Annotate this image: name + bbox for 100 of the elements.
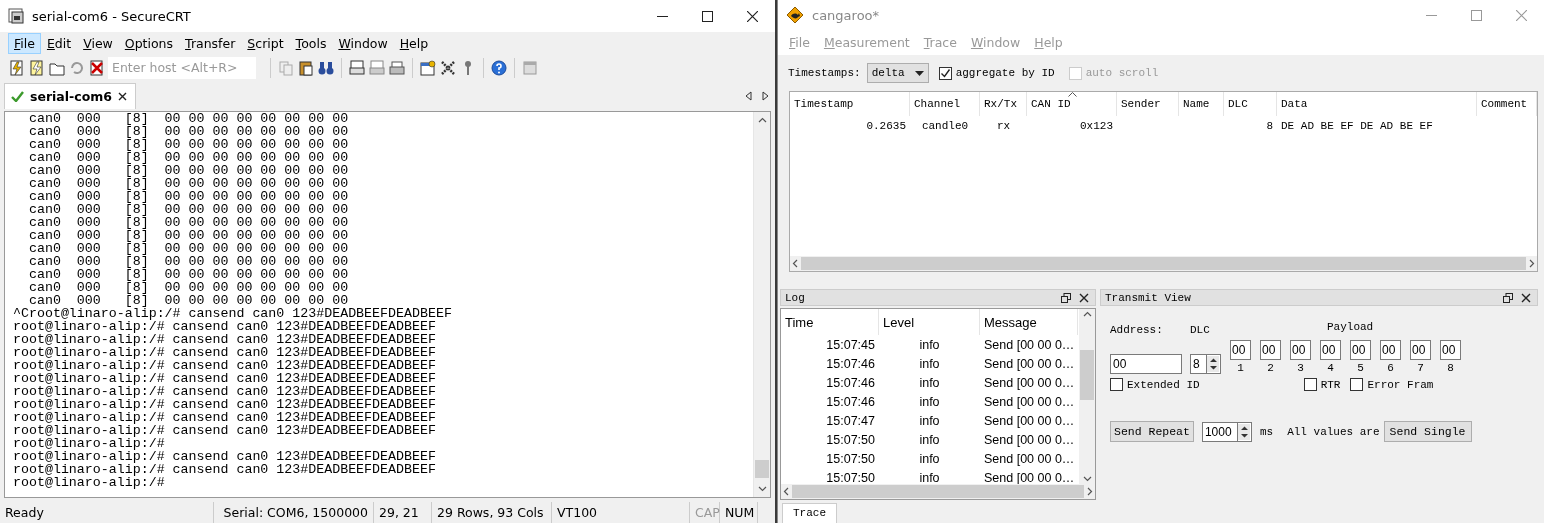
table-cell: 15:07:46 [826, 375, 875, 390]
terminal-line: can0 000 [8] 00 00 00 00 00 00 00 00 [27, 151, 350, 164]
status-text: Ready [0, 502, 214, 523]
menu-item[interactable]: Options [118, 32, 180, 54]
interval-spinbox[interactable]: 1000 [1201, 421, 1237, 442]
spin-arrows-icon[interactable] [1206, 354, 1221, 374]
payload-index: 8 [1447, 362, 1454, 374]
float-icon[interactable] [1503, 292, 1513, 303]
scrollbar-thumb[interactable] [755, 460, 769, 478]
status-text: 29 Rows, 93 Cols [432, 502, 552, 523]
close-icon[interactable] [747, 10, 758, 22]
payload-field[interactable]: 00 [1320, 340, 1341, 360]
maximize-icon[interactable] [702, 10, 713, 22]
lightning-document-icon[interactable] [28, 58, 46, 77]
terminal-line: can0 000 [8] 00 00 00 00 00 00 00 00 [27, 229, 350, 242]
column-header[interactable]: Sender [1117, 92, 1179, 116]
send-single-button[interactable]: Send Single [1383, 421, 1472, 442]
column-header[interactable]: Data [1277, 92, 1477, 116]
payload-index: 2 [1267, 362, 1274, 374]
menu-item[interactable]: View [77, 32, 119, 54]
printer-icon[interactable] [388, 58, 406, 77]
terminal-line: can0 000 [8] 00 00 00 00 00 00 00 00 [27, 216, 350, 229]
table-cell: info [919, 451, 940, 466]
terminal-line: root@linaro-alip:/# cansend can0 123#DEADBEEFDEADBEEF [13, 450, 437, 463]
float-icon[interactable] [1061, 292, 1071, 303]
terminal-line: can0 000 [8] 00 00 00 00 00 00 00 00 [27, 190, 350, 203]
column-header[interactable]: Rx/Tx [980, 92, 1027, 116]
checkbox[interactable]: Extended ID [1110, 378, 1200, 391]
terminal-line: root@linaro-alip:/# [13, 476, 166, 489]
payload-field[interactable]: 00 [1440, 340, 1461, 360]
spin-arrows-icon[interactable] [1236, 421, 1252, 442]
payload-index: 7 [1417, 362, 1424, 374]
payload-field[interactable]: 00 [1260, 340, 1281, 360]
menu-item[interactable]: Edit [40, 32, 78, 54]
scrollbar-thumb[interactable] [792, 485, 1084, 498]
printer-icon[interactable] [348, 58, 366, 77]
field-label: Address: [1110, 324, 1164, 338]
host-field[interactable]: Enter host <Alt+R> [108, 56, 256, 79]
terminal-line: root@linaro-alip:/# cansend can0 123#DEADBEEFDEADBEEF [13, 398, 437, 411]
menu-item[interactable]: Transfer [179, 32, 242, 54]
menu-item[interactable]: Help [393, 32, 435, 54]
column-header[interactable]: CAN ID [1027, 92, 1117, 116]
clipboard-icon[interactable] [297, 58, 315, 77]
close-icon[interactable] [1079, 292, 1089, 303]
payload-field[interactable]: 00 [1410, 340, 1431, 360]
tab[interactable]: Trace [782, 503, 837, 523]
column-header[interactable]: Comment [1477, 92, 1537, 116]
table-cell: info [919, 470, 940, 484]
table-cell: Send [00 00 0… [984, 470, 1075, 484]
payload-field[interactable]: 00 [1380, 340, 1401, 360]
column-header[interactable]: Time [781, 309, 879, 335]
column-header[interactable]: Message [980, 309, 1078, 335]
address-field[interactable]: 00 [1110, 354, 1182, 374]
table-cell: info [919, 337, 940, 352]
table-cell: Send [00 00 0… [984, 356, 1075, 371]
window-title: serial-com6 - SecureCRT [32, 8, 192, 24]
tools-icon[interactable] [439, 58, 457, 77]
terminal-line: root@linaro-alip:/# cansend can0 123#DEADBEEFDEADBEEF [13, 424, 437, 437]
road-sign-icon [786, 6, 804, 24]
menu-item[interactable]: Script [241, 32, 290, 54]
help-icon[interactable] [490, 58, 508, 77]
checkbox[interactable]: RTR [1303, 378, 1341, 391]
menu-item[interactable]: Tools [289, 32, 333, 54]
timestamps-label: Timestamps: [788, 67, 861, 79]
session-tab[interactable]: serial-com6 [4, 83, 136, 109]
payload-field[interactable]: 00 [1350, 340, 1371, 360]
column-header[interactable]: Level [879, 309, 980, 335]
close-icon[interactable] [118, 92, 127, 101]
send-repeat-button[interactable]: Send Repeat [1110, 421, 1194, 442]
status-text: CAP [690, 502, 720, 523]
table-cell: 15:07:50 [826, 451, 875, 466]
timestamps-dropdown[interactable]: delta [866, 63, 929, 83]
menu-item[interactable]: Window [332, 32, 394, 54]
scrollbar-thumb[interactable] [1080, 350, 1094, 400]
status-text: Serial: COM6, 1500000 [214, 502, 374, 523]
checkbox[interactable]: Error Fram [1350, 378, 1434, 391]
table-cell: info [919, 413, 940, 428]
dlc-spinbox[interactable]: 8 [1190, 354, 1206, 374]
table-cell: Send [00 00 0… [984, 451, 1075, 466]
column-header[interactable]: Name [1179, 92, 1224, 116]
scrollbar-thumb[interactable] [801, 257, 1526, 270]
payload-field[interactable]: 00 [1290, 340, 1311, 360]
cross-document-icon[interactable] [88, 58, 106, 77]
menu-item[interactable]: File [8, 32, 41, 54]
column-header[interactable]: DLC [1224, 92, 1277, 116]
checkbox[interactable]: aggregate by ID [938, 66, 1055, 80]
terminal-line: root@linaro-alip:/# cansend can0 123#DEADBEEFDEADBEEF [13, 463, 437, 476]
column-header[interactable]: Timestamp [790, 92, 910, 116]
left-arrow-icon[interactable] [745, 91, 752, 101]
dock-title: Log [785, 291, 806, 304]
right-arrow-icon[interactable] [762, 91, 769, 101]
column-header[interactable]: Channel [910, 92, 980, 116]
note-text: All values are [1287, 425, 1380, 438]
table-cell: 15:07:46 [826, 394, 875, 409]
window-gear-icon[interactable] [419, 58, 437, 77]
close-icon[interactable] [1521, 292, 1531, 303]
payload-field[interactable]: 00 [1230, 340, 1251, 360]
table-cell: Send [00 00 0… [984, 375, 1075, 390]
lightning-document-icon[interactable] [8, 58, 26, 77]
terminal-line: root@linaro-alip:/# cansend can0 123#DEADBEEFDEADBEEF [13, 333, 437, 346]
